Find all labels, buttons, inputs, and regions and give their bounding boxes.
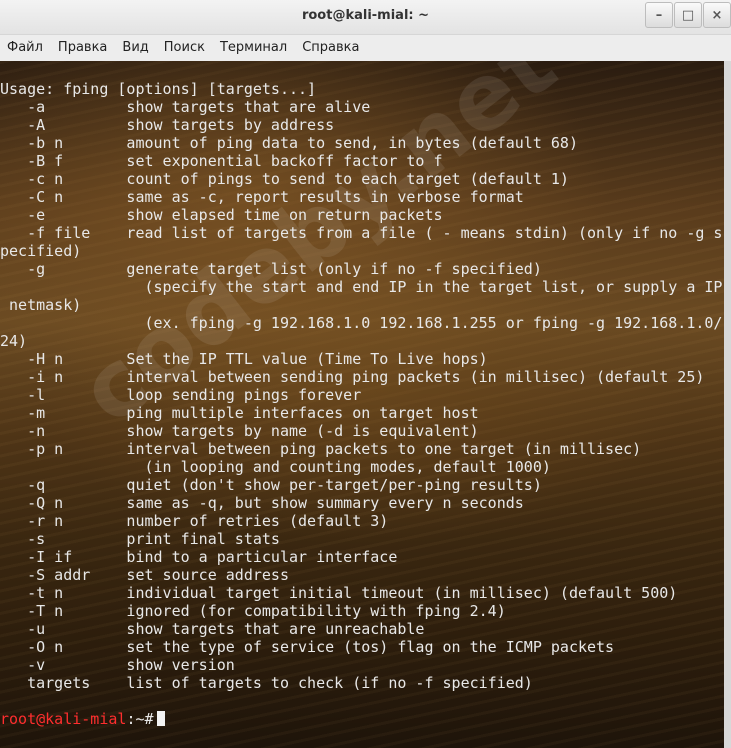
terminal-line: -I if bind to a particular interface xyxy=(0,548,398,566)
terminal-line: -T n ignored (for compatibility with fpi… xyxy=(0,602,506,620)
terminal-line: -t n individual target initial timeout (… xyxy=(0,584,678,602)
terminal-line: targets list of targets to check (if no … xyxy=(0,674,533,692)
terminal-line: -p n interval between ping packets to on… xyxy=(0,440,642,458)
terminal-line: 24) xyxy=(0,332,28,350)
terminal-line: -S addr set source address xyxy=(0,566,289,584)
terminal-line: (specify the start and end IP in the tar… xyxy=(0,278,723,296)
prompt-user-host: root@kali-mial xyxy=(0,710,127,728)
menu-terminal[interactable]: Терминал xyxy=(213,35,295,61)
terminal-line: -O n set the type of service (tos) flag … xyxy=(0,638,615,656)
maximize-icon: □ xyxy=(681,7,695,23)
terminal-line: -a show targets that are alive xyxy=(0,98,371,116)
terminal-line: -H n Set the IP TTL value (Time To Live … xyxy=(0,350,488,368)
terminal-line: -q quiet (don't show per-target/per-ping… xyxy=(0,476,542,494)
terminal-line: netmask) xyxy=(0,296,82,314)
terminal-line: -i n interval between sending ping packe… xyxy=(0,368,705,386)
menu-search[interactable]: Поиск xyxy=(157,35,213,61)
terminal-line: -u show targets that are unreachable xyxy=(0,620,425,638)
terminal-line: -g generate target list (only if no -f s… xyxy=(0,260,542,278)
terminal-line: (in looping and counting modes, default … xyxy=(0,458,551,476)
maximize-button[interactable]: □ xyxy=(674,2,702,28)
prompt-path: :~# xyxy=(126,710,154,728)
terminal-window: root@kali-mial: ~ – □ × Файл Правка Вид … xyxy=(0,0,731,748)
terminal-line: -l loop sending pings forever xyxy=(0,386,362,404)
terminal-line: -c n count of pings to send to each targ… xyxy=(0,170,569,188)
terminal-line: -n show targets by name (-d is equivalen… xyxy=(0,422,479,440)
terminal-line: -A show targets by address xyxy=(0,116,335,134)
menu-edit[interactable]: Правка xyxy=(51,35,115,61)
menu-file[interactable]: Файл xyxy=(0,35,51,61)
terminal-line: -v show version xyxy=(0,656,235,674)
terminal-line: -Q n same as -q, but show summary every … xyxy=(0,494,524,512)
terminal-area[interactable]: codeby.net Usage: fping [options] [targe… xyxy=(0,61,724,748)
menu-bar: Файл Правка Вид Поиск Терминал Справка xyxy=(0,35,731,61)
terminal-line: -B f set exponential backoff factor to f xyxy=(0,152,443,170)
title-bar[interactable]: root@kali-mial: ~ – □ × xyxy=(0,0,731,35)
terminal-line: -r n number of retries (default 3) xyxy=(0,512,389,530)
text-cursor xyxy=(156,711,165,726)
window-controls: – □ × xyxy=(644,2,731,28)
terminal-output: Usage: fping [options] [targets...] -a s… xyxy=(0,80,722,728)
menu-help[interactable]: Справка xyxy=(295,35,367,61)
menu-view[interactable]: Вид xyxy=(115,35,156,61)
close-icon: × xyxy=(711,7,723,23)
close-button[interactable]: × xyxy=(703,2,731,28)
terminal-line: pecified) xyxy=(0,242,82,260)
terminal-line: -s print final stats xyxy=(0,530,280,548)
minimize-button[interactable]: – xyxy=(645,2,673,28)
terminal-line: -m ping multiple interfaces on target ho… xyxy=(0,404,479,422)
terminal-line: -b n amount of ping data to send, in byt… xyxy=(0,134,578,152)
terminal-line: Usage: fping [options] [targets...] xyxy=(0,80,317,98)
terminal-line: -f file read list of targets from a file… xyxy=(0,224,723,242)
prompt-line[interactable]: root@kali-mial:~# xyxy=(0,710,722,728)
window-title: root@kali-mial: ~ xyxy=(301,8,430,23)
terminal-line: (ex. fping -g 192.168.1.0 192.168.1.255 … xyxy=(0,314,723,332)
terminal-line: -C n same as -c, report results in verbo… xyxy=(0,188,524,206)
minimize-icon: – xyxy=(655,7,663,23)
scrollbar[interactable] xyxy=(724,61,731,748)
terminal-line: -e show elapsed time on return packets xyxy=(0,206,443,224)
